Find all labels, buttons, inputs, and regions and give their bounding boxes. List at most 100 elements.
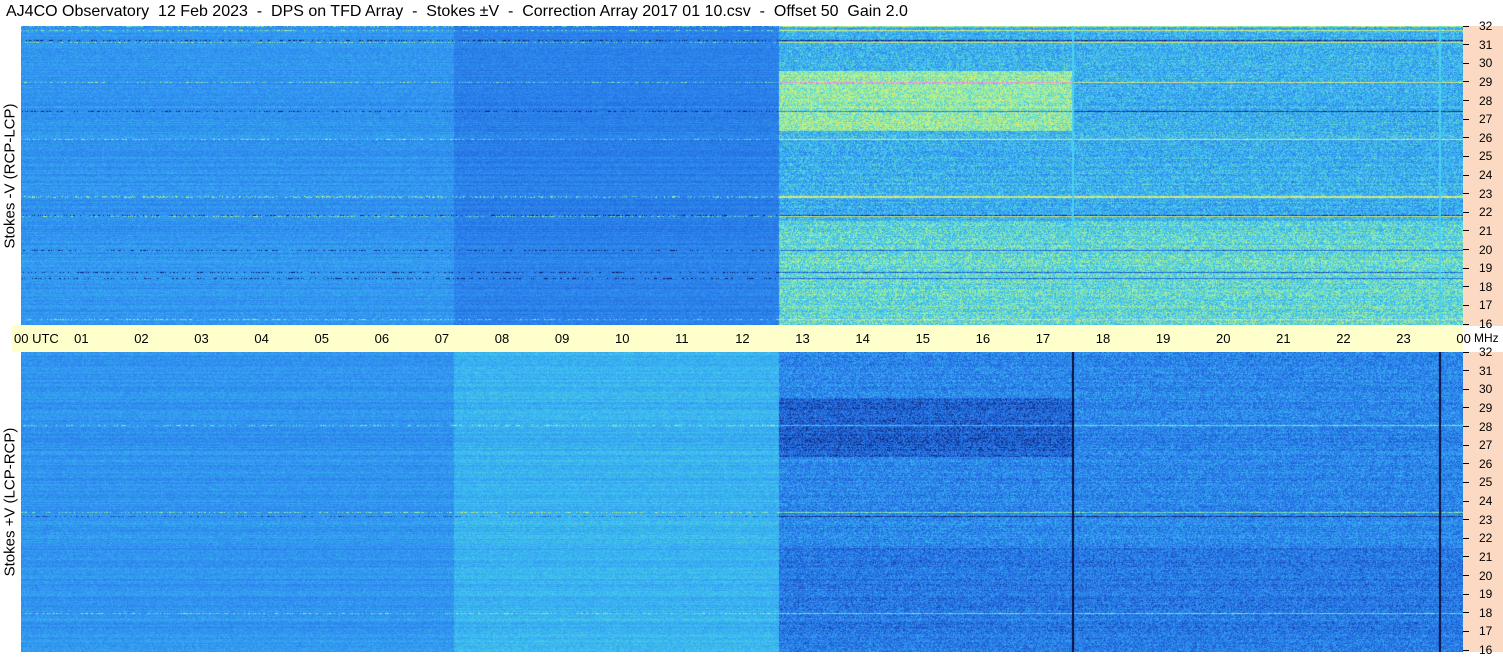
time-tick-label: 07 bbox=[434, 331, 450, 346]
freq-tick-label: 17 bbox=[1479, 624, 1493, 639]
freq-tick bbox=[1463, 100, 1469, 101]
freq-tick bbox=[1463, 44, 1469, 46]
freq-tick bbox=[1463, 407, 1469, 409]
freq-tick bbox=[1463, 593, 1469, 595]
time-tick-label: 06 bbox=[374, 331, 390, 346]
freq-tick-label: 18 bbox=[1479, 279, 1493, 294]
freq-tick-label: 19 bbox=[1479, 587, 1493, 602]
freq-tick-label: 30 bbox=[1479, 382, 1493, 397]
freq-axis-bottom: 16 17 18 19 20 21 22 23 24 25 26 27 28 29 30 31 32 bbox=[1463, 345, 1503, 657]
freq-tick bbox=[1463, 81, 1469, 83]
freq-tick-label: 31 bbox=[1479, 363, 1493, 378]
time-tick-label: 21 bbox=[1276, 331, 1291, 346]
freq-tick bbox=[1463, 649, 1469, 651]
time-tick-label: 23 bbox=[1396, 331, 1411, 346]
freq-tick bbox=[1463, 481, 1469, 483]
freq-tick bbox=[1463, 174, 1469, 176]
freq-tick-label: 16 bbox=[1479, 643, 1493, 657]
time-tick-label: 11 bbox=[675, 331, 689, 346]
top-panel-ylabel: Stokes -V (RCP-LCP) bbox=[1, 102, 19, 249]
freq-tick bbox=[1463, 351, 1469, 353]
spectrogram-bottom bbox=[21, 352, 1463, 652]
freq-tick-label: 32 bbox=[1479, 19, 1493, 33]
freq-tick bbox=[1463, 537, 1469, 539]
freq-tick-label: 23 bbox=[1479, 186, 1493, 201]
time-tick-label: 00 bbox=[1456, 331, 1471, 346]
freq-axis-top: 16 17 18 19 20 21 22 23 24 25 26 27 28 29 30 31 32 bbox=[1463, 19, 1503, 331]
chart-title: AJ4CO Observatory 12 Feb 2023 - DPS on T… bbox=[6, 3, 908, 20]
freq-tick-label: 16 bbox=[1479, 317, 1493, 331]
freq-tick-label: 27 bbox=[1479, 438, 1493, 453]
freq-tick-label: 28 bbox=[1479, 93, 1493, 108]
freq-tick-label: 27 bbox=[1479, 112, 1493, 127]
freq-tick-label: 21 bbox=[1479, 223, 1493, 238]
freq-tick-label: 18 bbox=[1479, 605, 1493, 620]
freq-tick bbox=[1463, 630, 1469, 632]
freq-tick bbox=[1463, 575, 1469, 576]
freq-tick-label: 31 bbox=[1479, 37, 1493, 52]
freq-tick-label: 32 bbox=[1479, 345, 1493, 359]
freq-tick-label: 25 bbox=[1479, 149, 1493, 164]
freq-tick bbox=[1463, 25, 1469, 27]
freq-tick-label: 25 bbox=[1479, 475, 1493, 490]
time-tick-label: 04 bbox=[254, 331, 269, 346]
freq-tick-label: 30 bbox=[1479, 56, 1493, 71]
freq-tick-label: 29 bbox=[1479, 74, 1493, 89]
time-tick-label: 03 bbox=[194, 331, 209, 346]
freq-tick-label: 26 bbox=[1479, 456, 1493, 471]
time-tick-label: 16 bbox=[975, 331, 991, 346]
freq-tick-label: 17 bbox=[1479, 298, 1493, 313]
freq-tick bbox=[1463, 267, 1469, 269]
time-tick-label: 05 bbox=[314, 331, 329, 346]
time-tick-label: 15 bbox=[915, 331, 930, 346]
freq-tick bbox=[1463, 62, 1469, 64]
freq-tick-label: 26 bbox=[1479, 130, 1493, 145]
freq-tick bbox=[1463, 211, 1469, 213]
time-tick-label: 09 bbox=[554, 331, 570, 346]
freq-tick bbox=[1463, 426, 1469, 427]
freq-tick bbox=[1463, 519, 1469, 521]
freq-tick bbox=[1463, 230, 1469, 232]
time-tick-label: 20 bbox=[1216, 331, 1231, 346]
freq-unit-label: MHz bbox=[1474, 331, 1499, 345]
freq-tick-label: 23 bbox=[1479, 512, 1493, 527]
freq-tick bbox=[1463, 249, 1469, 250]
time-tick-label: 01 bbox=[74, 331, 89, 346]
freq-tick bbox=[1463, 370, 1469, 372]
freq-tick-label: 21 bbox=[1479, 549, 1493, 564]
freq-tick bbox=[1463, 304, 1469, 306]
freq-tick bbox=[1463, 118, 1469, 120]
freq-tick-label: 20 bbox=[1479, 242, 1493, 257]
freq-tick bbox=[1463, 388, 1469, 390]
freq-tick-label: 28 bbox=[1479, 419, 1493, 434]
freq-tick bbox=[1463, 155, 1469, 157]
time-tick-label: 08 bbox=[494, 331, 510, 346]
time-tick-label: 12 bbox=[735, 331, 750, 346]
time-tick-label: 00 UTC bbox=[14, 331, 59, 346]
time-tick-label: 18 bbox=[1095, 331, 1111, 346]
time-tick-label: 14 bbox=[855, 331, 870, 346]
freq-tick-label: 29 bbox=[1479, 400, 1493, 415]
freq-tick bbox=[1463, 137, 1469, 139]
freq-tick-label: 24 bbox=[1479, 168, 1493, 182]
freq-tick-label: 24 bbox=[1479, 494, 1493, 508]
time-tick-label: 22 bbox=[1336, 331, 1351, 346]
freq-tick bbox=[1463, 286, 1469, 288]
freq-tick bbox=[1463, 193, 1469, 195]
freq-tick-label: 22 bbox=[1479, 531, 1493, 546]
freq-tick bbox=[1463, 612, 1469, 614]
freq-tick bbox=[1463, 500, 1469, 502]
time-tick-label: 17 bbox=[1035, 331, 1051, 346]
freq-tick-label: 19 bbox=[1479, 261, 1493, 276]
freq-tick bbox=[1463, 556, 1469, 558]
time-tick-label: 13 bbox=[795, 331, 810, 346]
freq-tick bbox=[1463, 463, 1469, 465]
freq-tick-label: 22 bbox=[1479, 205, 1493, 220]
freq-tick bbox=[1463, 323, 1469, 325]
spectrogram-top bbox=[21, 26, 1463, 325]
time-tick-label: 02 bbox=[134, 331, 149, 346]
time-tick-label: 10 bbox=[615, 331, 630, 346]
freq-tick bbox=[1463, 444, 1469, 446]
bottom-panel-ylabel: Stokes +V (LCP-RCP) bbox=[1, 427, 19, 577]
freq-tick-label: 20 bbox=[1479, 568, 1493, 583]
